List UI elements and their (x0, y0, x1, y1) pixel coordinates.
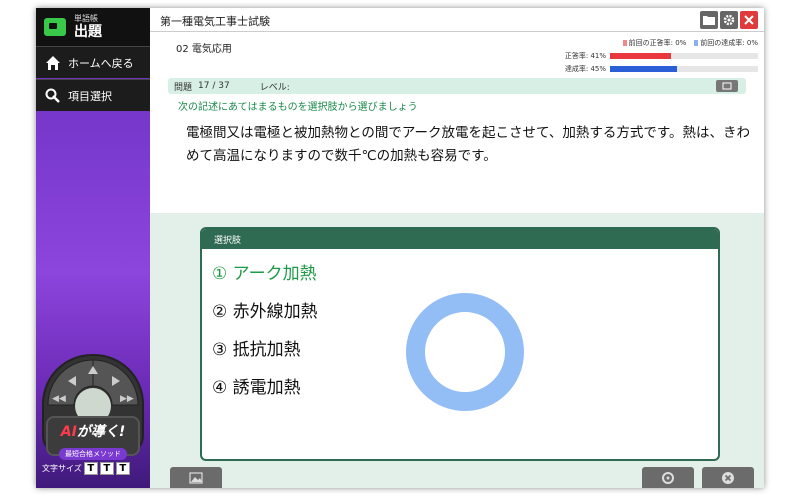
folder-icon (703, 16, 715, 25)
close-circle-icon (722, 471, 734, 484)
logo-subtitle: 単語帳 (74, 14, 98, 23)
subject-title: 02 電気応用 (176, 44, 232, 55)
title-bar: 第一種電気工事士試験 (150, 8, 764, 32)
home-icon (44, 54, 62, 72)
instruction-text: 次の記述にあてはまるものを選択肢から選びましょう (178, 102, 418, 113)
sidebar-item-label: 項目選択 (68, 89, 112, 103)
main-content: 第一種電気工事士試験 02 電気応用 前回の正答率: 0% 前回の達成率: 0% (150, 8, 764, 488)
sidebar-item-select[interactable]: 項目選択 (36, 79, 150, 111)
app-window: 単語帳 出題 ホームへ戻る 項目選択 ◀◀ ▶▶ AIが導く! 最短合格メソッド… (36, 8, 764, 488)
sidebar: 単語帳 出題 ホームへ戻る 項目選択 ◀◀ ▶▶ AIが導く! 最短合格メソッド… (36, 8, 150, 488)
settings-button[interactable] (720, 11, 738, 29)
window-icon (722, 82, 732, 90)
stats-panel: 前回の正答率: 0% 前回の達成率: 0% 正答率: 41% 達成率: 45% (528, 38, 758, 74)
close-button[interactable] (740, 11, 758, 29)
legend-prev-correct: 前回の正答率: 0% (622, 38, 686, 48)
font-size-large-button[interactable]: T (115, 462, 130, 475)
correct-rate-bar (610, 53, 758, 59)
sidebar-item-home[interactable]: ホームへ戻る (36, 46, 150, 78)
ai-badge: AIが導く! 最短合格メソッド (46, 416, 140, 460)
close-icon (744, 15, 754, 25)
choice-4[interactable]: ④ 誘電加熱 (212, 373, 301, 398)
image-button[interactable] (170, 467, 222, 488)
answer-area: 選択肢 ① アーク加熱 ② 赤外線加熱 ③ 抵抗加熱 ④ 誘電加熱 (150, 213, 764, 475)
choices-header: 選択肢 (202, 229, 718, 249)
choice-3[interactable]: ③ 抵抗加熱 (212, 335, 301, 360)
level-label: レベル: (259, 82, 290, 93)
sidebar-item-label: ホームへ戻る (68, 56, 134, 70)
image-icon (189, 471, 203, 484)
question-text: 電極間又は電極と被加熱物との間でアーク放電を起こさせて、加熱する方式です。熱は、… (186, 125, 751, 164)
logo-title: 出題 (74, 24, 102, 40)
window-toggle-button[interactable] (716, 80, 738, 92)
choice-2[interactable]: ② 赤外線加熱 (212, 297, 318, 322)
flashcard-icon (44, 18, 66, 36)
refresh-icon (662, 471, 674, 484)
app-title: 第一種電気工事士試験 (160, 15, 270, 28)
font-size-control: 文字サイズ T T T (42, 462, 130, 475)
ai-badge-text: が導く! (76, 424, 126, 440)
cancel-button[interactable] (702, 467, 754, 488)
folder-button[interactable] (700, 11, 718, 29)
loading-spinner (406, 293, 524, 411)
sidebar-logo: 単語帳 出題 (36, 8, 150, 46)
font-size-medium-button[interactable]: T (99, 462, 114, 475)
question-number: 17 / 37 (198, 81, 230, 91)
achieve-rate-label: 達成率: 45% (564, 65, 606, 73)
pointer-icon (44, 87, 62, 105)
correct-rate-fill (610, 53, 671, 59)
font-size-small-button[interactable]: T (83, 462, 98, 475)
question-label: 問題 (174, 82, 193, 93)
right-arrow-icon[interactable] (112, 376, 120, 386)
correct-rate-label: 正答率: 41% (564, 52, 606, 60)
legend-prev-achieve: 前回の達成率: 0% (694, 38, 758, 48)
choice-1[interactable]: ① アーク加熱 (212, 259, 317, 284)
ai-badge-subtitle: 最短合格メソッド (59, 448, 127, 460)
left-arrow-icon[interactable] (68, 376, 76, 386)
fast-forward-icon[interactable]: ▶▶ (120, 394, 134, 404)
ai-badge-ai: AI (60, 424, 77, 440)
retry-button[interactable] (642, 467, 694, 488)
rewind-icon[interactable]: ◀◀ (52, 394, 66, 404)
question-info-bar: 問題 17 / 37 レベル: (168, 78, 746, 94)
font-size-label: 文字サイズ (42, 464, 82, 473)
choices-panel: 選択肢 ① アーク加熱 ② 赤外線加熱 ③ 抵抗加熱 ④ 誘電加熱 (200, 227, 720, 461)
achieve-rate-fill (610, 66, 677, 72)
up-arrow-icon[interactable] (88, 366, 98, 374)
achieve-rate-bar (610, 66, 758, 72)
gear-icon (723, 14, 735, 26)
